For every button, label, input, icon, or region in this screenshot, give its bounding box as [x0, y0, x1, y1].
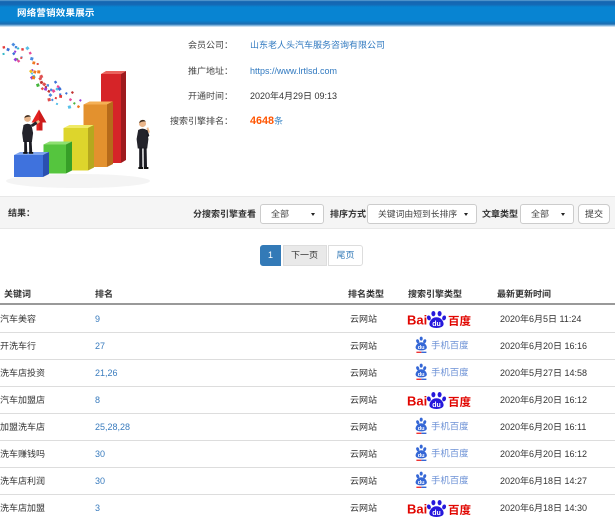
svg-text:手机百度: 手机百度: [431, 473, 469, 487]
svg-text:百度: 百度: [448, 313, 471, 329]
svg-text:手机百度: 手机百度: [431, 419, 469, 433]
svg-text:百度: 百度: [448, 502, 471, 518]
svg-text:du: du: [418, 453, 425, 459]
svg-text:手机百度: 手机百度: [431, 446, 469, 460]
svg-text:du: du: [418, 372, 425, 378]
svg-text:du: du: [432, 321, 441, 328]
svg-text:手机百度: 手机百度: [431, 338, 469, 352]
svg-text:du: du: [418, 345, 425, 351]
svg-text:Bai: Bai: [407, 394, 427, 409]
svg-text:du: du: [432, 510, 441, 517]
svg-text:Bai: Bai: [407, 502, 427, 517]
svg-text:百度: 百度: [448, 394, 471, 410]
svg-text:du: du: [418, 480, 425, 486]
svg-text:Bai: Bai: [407, 313, 427, 328]
svg-text:du: du: [432, 402, 441, 409]
svg-text:手机百度: 手机百度: [431, 365, 469, 379]
svg-text:du: du: [418, 426, 425, 432]
